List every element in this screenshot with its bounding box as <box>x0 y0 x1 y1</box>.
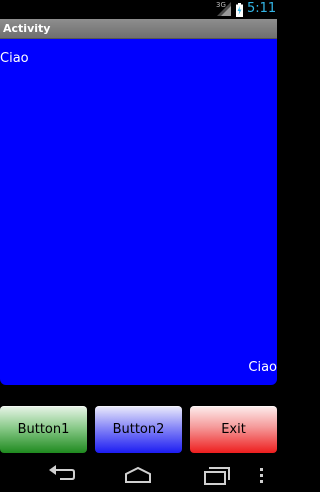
top-left-text: Ciao <box>0 51 29 66</box>
network-signal-icon: 3G <box>216 1 232 17</box>
device-screen: 3G 5:11 Activity Ciao Ciao Button1 Butto… <box>0 0 277 492</box>
activity-title: Activity <box>3 22 51 35</box>
status-clock: 5:11 <box>247 1 277 16</box>
navigation-bar <box>0 458 277 492</box>
back-icon[interactable] <box>46 464 76 486</box>
status-bar: 3G 5:11 <box>0 0 277 19</box>
battery-icon <box>236 2 243 17</box>
content-panel: Ciao Ciao <box>0 39 277 385</box>
bottom-right-text: Ciao <box>248 360 277 375</box>
button2-button[interactable]: Button2 <box>95 406 182 453</box>
exit-button[interactable]: Exit <box>190 406 277 453</box>
title-bar: Activity <box>0 19 277 39</box>
recent-apps-icon[interactable] <box>201 464 231 486</box>
home-icon[interactable] <box>123 464 153 486</box>
overflow-menu-icon[interactable] <box>258 464 266 486</box>
button1-button[interactable]: Button1 <box>0 406 87 453</box>
